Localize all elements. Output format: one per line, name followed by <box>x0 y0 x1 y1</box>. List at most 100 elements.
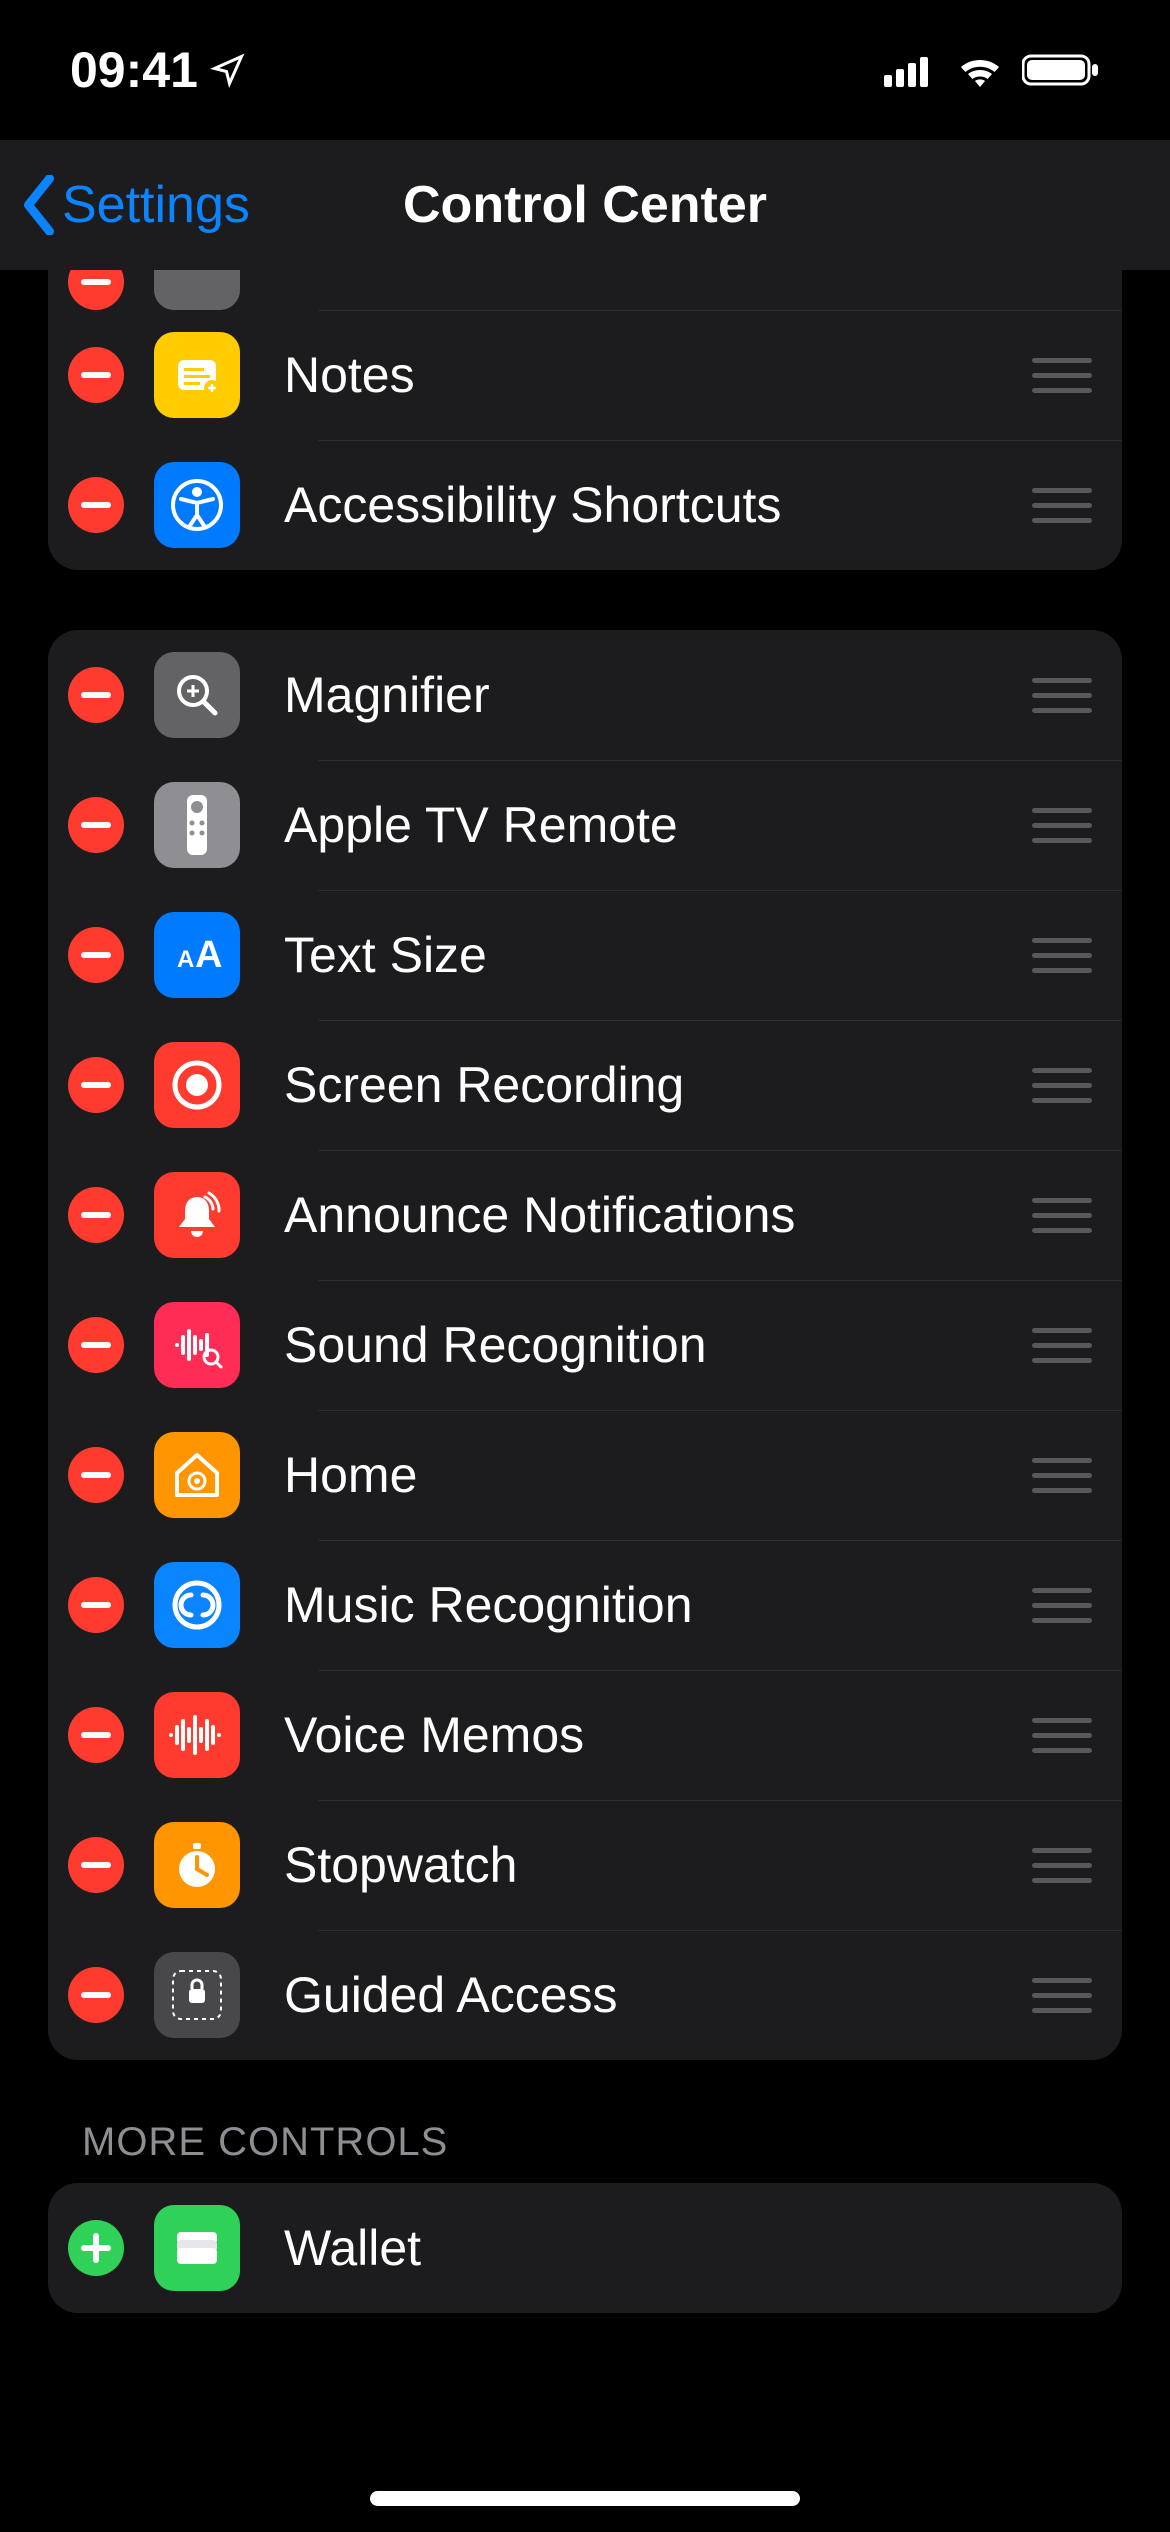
table-row[interactable]: Screen Recording <box>48 1020 1122 1150</box>
screen-recording-icon <box>154 1042 240 1128</box>
back-button[interactable]: Settings <box>20 175 250 235</box>
drag-handle[interactable] <box>1032 1845 1092 1885</box>
minus-icon <box>81 502 111 508</box>
remove-button[interactable] <box>68 1577 124 1633</box>
remove-button[interactable] <box>68 347 124 403</box>
sound-recognition-icon <box>154 1302 240 1388</box>
location-icon <box>210 52 246 88</box>
table-row[interactable]: Home <box>48 1410 1122 1540</box>
remove-button[interactable] <box>68 477 124 533</box>
remove-button[interactable] <box>68 1317 124 1373</box>
apple-tv-remote-icon <box>154 782 240 868</box>
minus-icon <box>81 1992 111 1998</box>
row-label: Voice Memos <box>284 1706 1032 1764</box>
drag-handle[interactable] <box>1032 805 1092 845</box>
drag-handle[interactable] <box>1032 1585 1092 1625</box>
notes-icon <box>154 332 240 418</box>
remove-button[interactable] <box>68 270 124 310</box>
minus-icon <box>81 372 111 378</box>
remove-button[interactable] <box>68 667 124 723</box>
row-label: Announce Notifications <box>284 1186 1032 1244</box>
row-label: Stopwatch <box>284 1836 1032 1894</box>
drag-handle[interactable] <box>1032 355 1092 395</box>
guided-access-icon <box>154 1952 240 2038</box>
row-label: Notes <box>284 346 1032 404</box>
remove-button[interactable] <box>68 1837 124 1893</box>
remove-button[interactable] <box>68 1057 124 1113</box>
plus-icon <box>81 2233 111 2263</box>
text-size-icon: A A <box>154 912 240 998</box>
status-bar: 09:41 <box>0 0 1170 140</box>
table-row[interactable]: A A Text Size <box>48 890 1122 1020</box>
status-right <box>884 52 1100 88</box>
voice-memos-icon <box>154 1692 240 1778</box>
drag-handle[interactable] <box>1032 1065 1092 1105</box>
battery-icon <box>1022 52 1100 88</box>
drag-handle[interactable] <box>1032 1195 1092 1235</box>
row-label: Sound Recognition <box>284 1316 1032 1374</box>
remove-button[interactable] <box>68 1187 124 1243</box>
row-label: Home <box>284 1446 1032 1504</box>
table-row[interactable]: Stopwatch <box>48 1800 1122 1930</box>
remove-button[interactable] <box>68 1447 124 1503</box>
drag-handle[interactable] <box>1032 1975 1092 2015</box>
remove-button[interactable] <box>68 1707 124 1763</box>
row-label: Magnifier <box>284 666 1032 724</box>
remove-button[interactable] <box>68 927 124 983</box>
minus-icon <box>81 822 111 828</box>
home-indicator[interactable] <box>370 2491 800 2506</box>
accessibility-icon <box>154 462 240 548</box>
included-controls-group-2: Magnifier Apple TV Remote <box>48 630 1122 2060</box>
home-icon <box>154 1432 240 1518</box>
table-row-partial[interactable] <box>48 270 1122 310</box>
wallet-icon <box>154 2205 240 2291</box>
announce-notifications-icon <box>154 1172 240 1258</box>
table-row[interactable]: Announce Notifications <box>48 1150 1122 1280</box>
music-recognition-icon <box>154 1562 240 1648</box>
svg-text:A: A <box>177 946 194 973</box>
svg-text:A: A <box>195 934 222 976</box>
status-left: 09:41 <box>70 41 246 99</box>
add-button[interactable] <box>68 2220 124 2276</box>
table-row[interactable]: Wallet <box>48 2183 1122 2313</box>
minus-icon <box>81 952 111 958</box>
table-row[interactable]: Music Recognition <box>48 1540 1122 1670</box>
remove-button[interactable] <box>68 797 124 853</box>
back-label: Settings <box>62 175 250 235</box>
drag-handle[interactable] <box>1032 935 1092 975</box>
chevron-left-icon <box>20 175 58 235</box>
status-time: 09:41 <box>70 41 198 99</box>
stopwatch-icon <box>154 1822 240 1908</box>
app-icon-unknown <box>154 270 240 310</box>
drag-handle[interactable] <box>1032 1715 1092 1755</box>
drag-handle[interactable] <box>1032 675 1092 715</box>
table-row[interactable]: Magnifier <box>48 630 1122 760</box>
row-label: Guided Access <box>284 1966 1032 2024</box>
wifi-icon <box>956 53 1004 87</box>
table-row[interactable]: Guided Access <box>48 1930 1122 2060</box>
minus-icon <box>81 1342 111 1348</box>
table-row[interactable]: Sound Recognition <box>48 1280 1122 1410</box>
table-row[interactable]: Accessibility Shortcuts <box>48 440 1122 570</box>
content-area: Notes Accessibility Shortcuts <box>0 270 1170 2532</box>
included-controls-group-1: Notes Accessibility Shortcuts <box>48 270 1122 570</box>
drag-handle[interactable] <box>1032 1455 1092 1495</box>
table-row[interactable]: Notes <box>48 310 1122 440</box>
row-label: Wallet <box>284 2219 1092 2277</box>
cellular-icon <box>884 53 938 87</box>
page-title: Control Center <box>403 175 767 235</box>
remove-button[interactable] <box>68 1967 124 2023</box>
drag-handle[interactable] <box>1032 485 1092 525</box>
minus-icon <box>81 692 111 698</box>
row-label: Screen Recording <box>284 1056 1032 1114</box>
minus-icon <box>81 1602 111 1608</box>
minus-icon <box>81 1732 111 1738</box>
more-controls-group: Wallet <box>48 2183 1122 2313</box>
drag-handle[interactable] <box>1032 1325 1092 1365</box>
minus-icon <box>81 1212 111 1218</box>
minus-icon <box>81 1862 111 1868</box>
minus-icon <box>81 1082 111 1088</box>
row-label: Music Recognition <box>284 1576 1032 1634</box>
table-row[interactable]: Apple TV Remote <box>48 760 1122 890</box>
table-row[interactable]: Voice Memos <box>48 1670 1122 1800</box>
